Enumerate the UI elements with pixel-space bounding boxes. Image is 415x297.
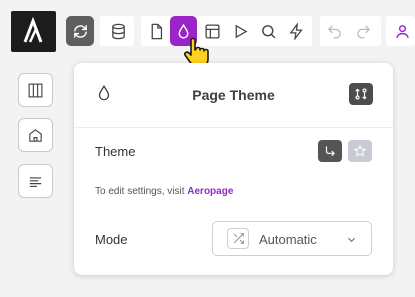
undo-icon	[327, 24, 341, 39]
sync-button[interactable]	[66, 16, 94, 46]
undo-button[interactable]	[320, 16, 348, 46]
columns-icon	[28, 83, 43, 97]
settings-hint: To edit settings, visit Aeropage	[95, 186, 233, 197]
sidebar-columns-button[interactable]	[18, 73, 53, 107]
aeropage-link[interactable]: Aeropage	[187, 186, 233, 197]
hint-text: To edit settings, visit	[95, 186, 188, 197]
chevron-down-icon	[347, 237, 356, 243]
database-icon	[111, 23, 125, 39]
user-button[interactable]	[389, 16, 415, 46]
redo-button[interactable]	[349, 16, 377, 46]
panel-divider	[74, 127, 393, 128]
panel-title: Page Theme	[192, 87, 275, 103]
play-icon	[235, 24, 247, 38]
app-logo[interactable]	[11, 11, 56, 52]
user-icon	[395, 24, 409, 38]
page-button[interactable]	[142, 16, 170, 46]
corner-down-right-icon	[325, 146, 335, 157]
git-compare-icon	[355, 88, 367, 100]
search-button[interactable]	[254, 16, 282, 46]
mode-value: Automatic	[259, 232, 317, 247]
lightning-icon	[289, 22, 303, 40]
theme-label: Theme	[95, 144, 136, 159]
text-align-icon	[29, 176, 42, 187]
search-icon	[261, 24, 275, 38]
database-button[interactable]	[104, 16, 132, 46]
sync-icon	[73, 24, 87, 38]
sidebar-home-button[interactable]	[18, 118, 53, 152]
page-theme-panel: Page Theme Theme To edit settings, visit…	[74, 63, 393, 275]
actions-button[interactable]	[282, 16, 310, 46]
logo-icon	[23, 16, 43, 43]
shuffle-icon	[233, 233, 244, 244]
preview-button[interactable]	[226, 16, 254, 46]
mode-select[interactable]: Automatic	[212, 221, 372, 256]
theme-settings-button[interactable]	[349, 83, 373, 105]
sidebar-text-button[interactable]	[18, 164, 53, 198]
document-icon	[151, 23, 162, 39]
mode-label: Mode	[95, 232, 128, 247]
theme-link-button[interactable]	[318, 140, 342, 162]
theme-favorite-button[interactable]	[348, 140, 372, 162]
home-icon	[29, 128, 42, 142]
star-icon	[353, 144, 367, 157]
redo-icon	[356, 24, 370, 39]
mode-icon-box	[227, 228, 249, 249]
